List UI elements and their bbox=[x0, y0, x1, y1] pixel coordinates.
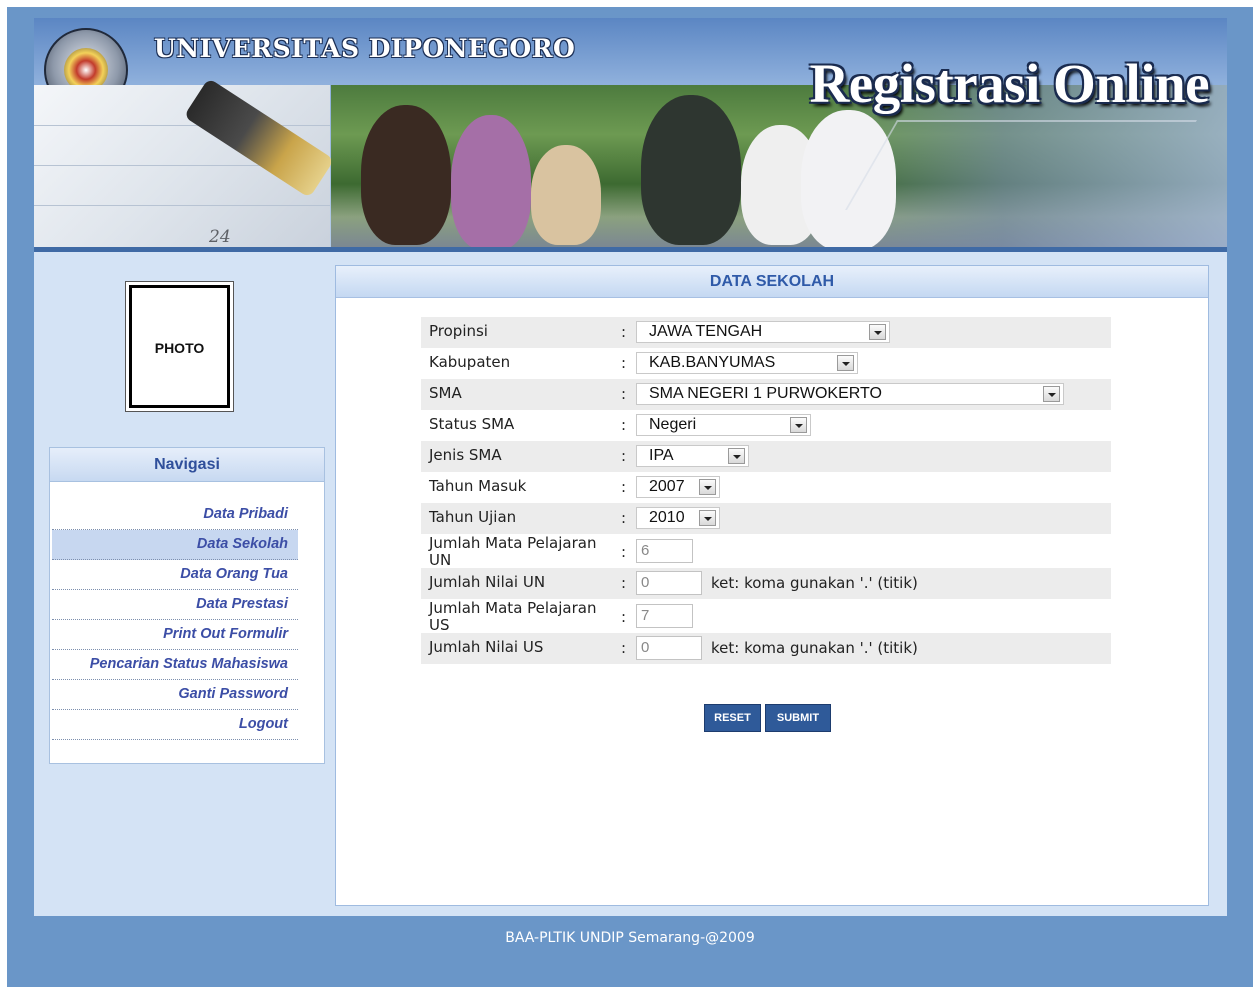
chevron-down-icon[interactable] bbox=[869, 324, 886, 340]
tahun-masuk-value: 2007 bbox=[649, 478, 685, 495]
colon: : bbox=[621, 574, 627, 592]
submit-button[interactable]: SUBMIT bbox=[765, 704, 831, 732]
nav-item-logout[interactable]: Logout bbox=[52, 710, 298, 740]
colon: : bbox=[621, 509, 627, 527]
colon: : bbox=[621, 385, 627, 403]
colon: : bbox=[621, 639, 627, 657]
tahun-masuk-select[interactable]: 2007 bbox=[636, 476, 720, 498]
nav-item-data-pribadi[interactable]: Data Pribadi bbox=[52, 500, 298, 530]
chevron-down-icon[interactable] bbox=[790, 417, 807, 433]
colon: : bbox=[621, 416, 627, 434]
jumlah-mapel-un-input[interactable]: 6 bbox=[636, 539, 693, 563]
jumlah-mapel-us-input[interactable]: 7 bbox=[636, 604, 693, 628]
nav-item-pencarian-status[interactable]: Pencarian Status Mahasiswa bbox=[52, 650, 298, 680]
row-jumlah-nilai-un: Jumlah Nilai UN : 0 ket: koma gunakan '.… bbox=[421, 568, 1111, 599]
decimal-note: ket: koma gunakan '.' (titik) bbox=[711, 639, 918, 657]
chevron-down-icon[interactable] bbox=[699, 510, 716, 526]
tahun-ujian-value: 2010 bbox=[649, 509, 685, 526]
colon: : bbox=[621, 478, 627, 496]
tahun-ujian-select[interactable]: 2010 bbox=[636, 507, 720, 529]
kabupaten-label: Kabupaten bbox=[429, 353, 511, 371]
row-jumlah-mapel-un: Jumlah Mata Pelajaran UN : 6 bbox=[421, 534, 1111, 569]
tahun-masuk-label: Tahun Masuk bbox=[429, 477, 527, 495]
jenis-sma-label: Jenis SMA bbox=[429, 446, 502, 464]
photo-placeholder: PHOTO bbox=[125, 281, 234, 412]
jenis-sma-select[interactable]: IPA bbox=[636, 445, 749, 467]
jumlah-nilai-us-input[interactable]: 0 bbox=[636, 636, 702, 660]
colon: : bbox=[621, 323, 627, 341]
nav-item-data-prestasi[interactable]: Data Prestasi bbox=[52, 590, 298, 620]
main-panel: DATA SEKOLAH Propinsi : JAWA TENGAH Kabu… bbox=[335, 265, 1209, 906]
status-sma-label: Status SMA bbox=[429, 415, 515, 433]
nav-item-print-out-formulir[interactable]: Print Out Formulir bbox=[52, 620, 298, 650]
row-jumlah-nilai-us: Jumlah Nilai US : 0 ket: koma gunakan '.… bbox=[421, 633, 1111, 664]
university-title: UNIVERSITAS DIPONEGORO bbox=[154, 34, 576, 63]
nav-item-data-orang-tua[interactable]: Data Orang Tua bbox=[52, 560, 298, 590]
tahun-ujian-label: Tahun Ujian bbox=[429, 508, 517, 526]
navigation-title: Navigasi bbox=[50, 448, 324, 482]
nav-item-ganti-password[interactable]: Ganti Password bbox=[52, 680, 298, 710]
colon: : bbox=[621, 354, 627, 372]
site-title: Registrasi Online bbox=[809, 53, 1210, 114]
photo-label: PHOTO bbox=[154, 340, 205, 356]
sma-value: SMA NEGERI 1 PURWOKERTO bbox=[649, 385, 882, 402]
jumlah-mapel-us-label: Jumlah Mata Pelajaran US bbox=[429, 599, 597, 634]
sma-label: SMA bbox=[429, 384, 462, 402]
school-data-form: Propinsi : JAWA TENGAH Kabupaten : KAB.B… bbox=[421, 317, 1111, 664]
footer-text: BAA-PLTIK UNDIP Semarang-@2009 bbox=[505, 930, 755, 946]
colon: : bbox=[621, 447, 627, 465]
jumlah-nilai-us-label: Jumlah Nilai US bbox=[429, 638, 544, 656]
kabupaten-select[interactable]: KAB.BANYUMAS bbox=[636, 352, 858, 374]
jumlah-mapel-un-label: Jumlah Mata Pelajaran UN bbox=[429, 534, 597, 569]
pen-image: 24 bbox=[34, 77, 335, 252]
decimal-note: ket: koma gunakan '.' (titik) bbox=[711, 574, 918, 592]
chevron-down-icon[interactable] bbox=[728, 448, 745, 464]
main-title: DATA SEKOLAH bbox=[336, 266, 1208, 298]
propinsi-value: JAWA TENGAH bbox=[649, 323, 763, 340]
row-sma: SMA : SMA NEGERI 1 PURWOKERTO bbox=[421, 379, 1111, 410]
colon: : bbox=[621, 608, 627, 626]
nav-item-data-sekolah[interactable]: Data Sekolah bbox=[52, 530, 298, 560]
jumlah-nilai-un-label: Jumlah Nilai UN bbox=[429, 573, 546, 591]
row-jenis-sma: Jenis SMA : IPA bbox=[421, 441, 1111, 472]
status-sma-select[interactable]: Negeri bbox=[636, 414, 811, 436]
row-tahun-masuk: Tahun Masuk : 2007 bbox=[421, 472, 1111, 503]
row-kabupaten: Kabupaten : KAB.BANYUMAS bbox=[421, 348, 1111, 379]
propinsi-select[interactable]: JAWA TENGAH bbox=[636, 321, 890, 343]
chevron-down-icon[interactable] bbox=[699, 479, 716, 495]
navigation-list: Data Pribadi Data Sekolah Data Orang Tua… bbox=[52, 500, 298, 740]
propinsi-label: Propinsi bbox=[429, 322, 488, 340]
status-sma-value: Negeri bbox=[649, 416, 697, 433]
sma-select[interactable]: SMA NEGERI 1 PURWOKERTO bbox=[636, 383, 1064, 405]
header-divider bbox=[34, 247, 1227, 252]
reset-button[interactable]: RESET bbox=[704, 704, 761, 732]
chevron-down-icon[interactable] bbox=[837, 355, 854, 371]
kabupaten-value: KAB.BANYUMAS bbox=[649, 354, 776, 371]
row-jumlah-mapel-us: Jumlah Mata Pelajaran US : 7 bbox=[421, 599, 1111, 634]
row-status-sma: Status SMA : Negeri bbox=[421, 410, 1111, 441]
row-propinsi: Propinsi : JAWA TENGAH bbox=[421, 317, 1111, 348]
pen-number: 24 bbox=[209, 227, 231, 247]
colon: : bbox=[621, 543, 627, 561]
header-banner: UNIVERSITAS DIPONEGORO 24 Registrasi Onl… bbox=[34, 18, 1227, 252]
navigation-panel: Navigasi Data Pribadi Data Sekolah Data … bbox=[49, 447, 325, 764]
jenis-sma-value: IPA bbox=[649, 447, 674, 464]
row-tahun-ujian: Tahun Ujian : 2010 bbox=[421, 503, 1111, 534]
jumlah-nilai-un-input[interactable]: 0 bbox=[636, 571, 702, 595]
chevron-down-icon[interactable] bbox=[1043, 386, 1060, 402]
